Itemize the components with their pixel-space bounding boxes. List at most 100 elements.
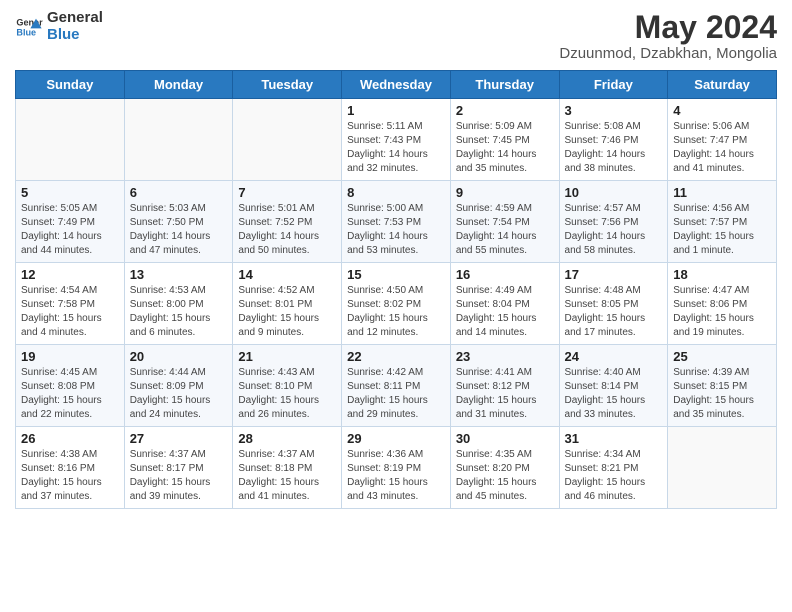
table-row: 15Sunrise: 4:50 AM Sunset: 8:02 PM Dayli…	[342, 263, 451, 345]
table-row: 9 Sunrise: 4:59 AM Sunset: 7:54 PM Daylig…	[450, 181, 559, 263]
day-number: 18	[673, 267, 771, 282]
day-info: Sunrise: 4:34 AM Sunset: 8:21 PM Dayligh…	[565, 448, 663, 504]
table-row: 14Sunrise: 4:52 AM Sunset: 8:01 PM Dayli…	[233, 263, 342, 345]
day-info: Sunrise: 4:50 AM Sunset: 8:02 PM Dayligh…	[347, 284, 445, 340]
table-row: 27 Sunrise: 4:37 AM Sunset: 8:17 PM Dayli…	[124, 427, 233, 509]
day-number: 8	[347, 185, 445, 200]
table-row: 12Sunrise: 4:54 AM Sunset: 7:58 PM Dayli…	[16, 263, 125, 345]
table-row: 23 Sunrise: 4:41 AM Sunset: 8:12 PM Dayli…	[450, 345, 559, 427]
day-number: 28	[238, 431, 336, 446]
day-number: 9	[456, 185, 554, 200]
day-number: 27	[130, 431, 228, 446]
day-number: 1	[347, 103, 445, 118]
day-info: Sunrise: 5:00 AM Sunset: 7:53 PM Dayligh…	[347, 202, 445, 258]
table-row: 30Sunrise: 4:35 AM Sunset: 8:20 PM Dayli…	[450, 427, 559, 509]
main-title: May 2024	[559, 10, 777, 45]
table-row: 5 Sunrise: 5:05 AM Sunset: 7:49 PM Daylig…	[16, 181, 125, 263]
logo-blue: Blue	[47, 27, 103, 44]
col-thursday: Thursday	[450, 71, 559, 99]
table-row: 26Sunrise: 4:38 AM Sunset: 8:16 PM Dayli…	[16, 427, 125, 509]
day-number: 30	[456, 431, 554, 446]
day-number: 6	[130, 185, 228, 200]
day-number: 16	[456, 267, 554, 282]
table-row	[124, 99, 233, 181]
day-info: Sunrise: 4:53 AM Sunset: 8:00 PM Dayligh…	[130, 284, 228, 340]
table-row: 20 Sunrise: 4:44 AM Sunset: 8:09 PM Dayli…	[124, 345, 233, 427]
subtitle: Dzuunmod, Dzabkhan, Mongolia	[559, 45, 777, 62]
day-info: Sunrise: 4:54 AM Sunset: 7:58 PM Dayligh…	[21, 284, 119, 340]
day-number: 2	[456, 103, 554, 118]
col-tuesday: Tuesday	[233, 71, 342, 99]
day-number: 17	[565, 267, 663, 282]
header: General Blue General Blue May 2024 Dzuun…	[15, 10, 777, 62]
day-number: 22	[347, 349, 445, 364]
table-row: 7 Sunrise: 5:01 AM Sunset: 7:52 PM Daylig…	[233, 181, 342, 263]
calendar: Sunday Monday Tuesday Wednesday Thursday…	[15, 70, 777, 509]
day-number: 7	[238, 185, 336, 200]
table-row: 10 Sunrise: 4:57 AM Sunset: 7:56 PM Dayli…	[559, 181, 668, 263]
day-number: 21	[238, 349, 336, 364]
day-number: 31	[565, 431, 663, 446]
day-number: 25	[673, 349, 771, 364]
table-row: 29 Sunrise: 4:36 AM Sunset: 8:19 PM Dayli…	[342, 427, 451, 509]
col-saturday: Saturday	[668, 71, 777, 99]
day-info: Sunrise: 4:41 AM Sunset: 8:12 PM Dayligh…	[456, 366, 554, 422]
day-number: 26	[21, 431, 119, 446]
day-number: 20	[130, 349, 228, 364]
title-block: May 2024 Dzuunmod, Dzabkhan, Mongolia	[559, 10, 777, 62]
table-row: 28 Sunrise: 4:37 AM Sunset: 8:18 PM Dayli…	[233, 427, 342, 509]
table-row: 4 Sunrise: 5:06 AM Sunset: 7:47 PM Daylig…	[668, 99, 777, 181]
day-info: Sunrise: 4:44 AM Sunset: 8:09 PM Dayligh…	[130, 366, 228, 422]
day-info: Sunrise: 4:56 AM Sunset: 7:57 PM Dayligh…	[673, 202, 771, 258]
day-info: Sunrise: 4:37 AM Sunset: 8:17 PM Dayligh…	[130, 448, 228, 504]
table-row: 1 Sunrise: 5:11 AM Sunset: 7:43 PM Daylig…	[342, 99, 451, 181]
day-number: 3	[565, 103, 663, 118]
day-number: 13	[130, 267, 228, 282]
day-number: 29	[347, 431, 445, 446]
day-number: 24	[565, 349, 663, 364]
day-info: Sunrise: 4:45 AM Sunset: 8:08 PM Dayligh…	[21, 366, 119, 422]
table-row: 6 Sunrise: 5:03 AM Sunset: 7:50 PM Daylig…	[124, 181, 233, 263]
logo-icon: General Blue	[15, 13, 43, 41]
table-row	[16, 99, 125, 181]
logo: General Blue General Blue	[15, 10, 103, 43]
day-info: Sunrise: 5:03 AM Sunset: 7:50 PM Dayligh…	[130, 202, 228, 258]
table-row	[668, 427, 777, 509]
day-info: Sunrise: 5:05 AM Sunset: 7:49 PM Dayligh…	[21, 202, 119, 258]
day-number: 5	[21, 185, 119, 200]
day-info: Sunrise: 4:59 AM Sunset: 7:54 PM Dayligh…	[456, 202, 554, 258]
day-info: Sunrise: 4:57 AM Sunset: 7:56 PM Dayligh…	[565, 202, 663, 258]
logo-general: General	[47, 10, 103, 27]
day-info: Sunrise: 4:49 AM Sunset: 8:04 PM Dayligh…	[456, 284, 554, 340]
day-info: Sunrise: 4:40 AM Sunset: 8:14 PM Dayligh…	[565, 366, 663, 422]
table-row: 2Sunrise: 5:09 AM Sunset: 7:45 PM Daylig…	[450, 99, 559, 181]
day-info: Sunrise: 4:39 AM Sunset: 8:15 PM Dayligh…	[673, 366, 771, 422]
day-info: Sunrise: 5:01 AM Sunset: 7:52 PM Dayligh…	[238, 202, 336, 258]
day-number: 4	[673, 103, 771, 118]
day-info: Sunrise: 5:06 AM Sunset: 7:47 PM Dayligh…	[673, 120, 771, 176]
day-number: 10	[565, 185, 663, 200]
col-monday: Monday	[124, 71, 233, 99]
day-info: Sunrise: 5:11 AM Sunset: 7:43 PM Dayligh…	[347, 120, 445, 176]
table-row: 21Sunrise: 4:43 AM Sunset: 8:10 PM Dayli…	[233, 345, 342, 427]
table-row: 19 Sunrise: 4:45 AM Sunset: 8:08 PM Dayli…	[16, 345, 125, 427]
table-row: 11Sunrise: 4:56 AM Sunset: 7:57 PM Dayli…	[668, 181, 777, 263]
col-wednesday: Wednesday	[342, 71, 451, 99]
table-row: 24 Sunrise: 4:40 AM Sunset: 8:14 PM Dayli…	[559, 345, 668, 427]
table-row: 8 Sunrise: 5:00 AM Sunset: 7:53 PM Daylig…	[342, 181, 451, 263]
day-info: Sunrise: 5:08 AM Sunset: 7:46 PM Dayligh…	[565, 120, 663, 176]
day-info: Sunrise: 4:37 AM Sunset: 8:18 PM Dayligh…	[238, 448, 336, 504]
day-info: Sunrise: 4:36 AM Sunset: 8:19 PM Dayligh…	[347, 448, 445, 504]
day-number: 19	[21, 349, 119, 364]
svg-text:Blue: Blue	[16, 27, 36, 37]
day-number: 14	[238, 267, 336, 282]
table-row: 3 Sunrise: 5:08 AM Sunset: 7:46 PM Daylig…	[559, 99, 668, 181]
day-info: Sunrise: 4:42 AM Sunset: 8:11 PM Dayligh…	[347, 366, 445, 422]
col-friday: Friday	[559, 71, 668, 99]
day-info: Sunrise: 4:48 AM Sunset: 8:05 PM Dayligh…	[565, 284, 663, 340]
table-row: 22 Sunrise: 4:42 AM Sunset: 8:11 PM Dayli…	[342, 345, 451, 427]
day-number: 23	[456, 349, 554, 364]
table-row: 13 Sunrise: 4:53 AM Sunset: 8:00 PM Dayli…	[124, 263, 233, 345]
day-info: Sunrise: 4:47 AM Sunset: 8:06 PM Dayligh…	[673, 284, 771, 340]
table-row: 16 Sunrise: 4:49 AM Sunset: 8:04 PM Dayli…	[450, 263, 559, 345]
